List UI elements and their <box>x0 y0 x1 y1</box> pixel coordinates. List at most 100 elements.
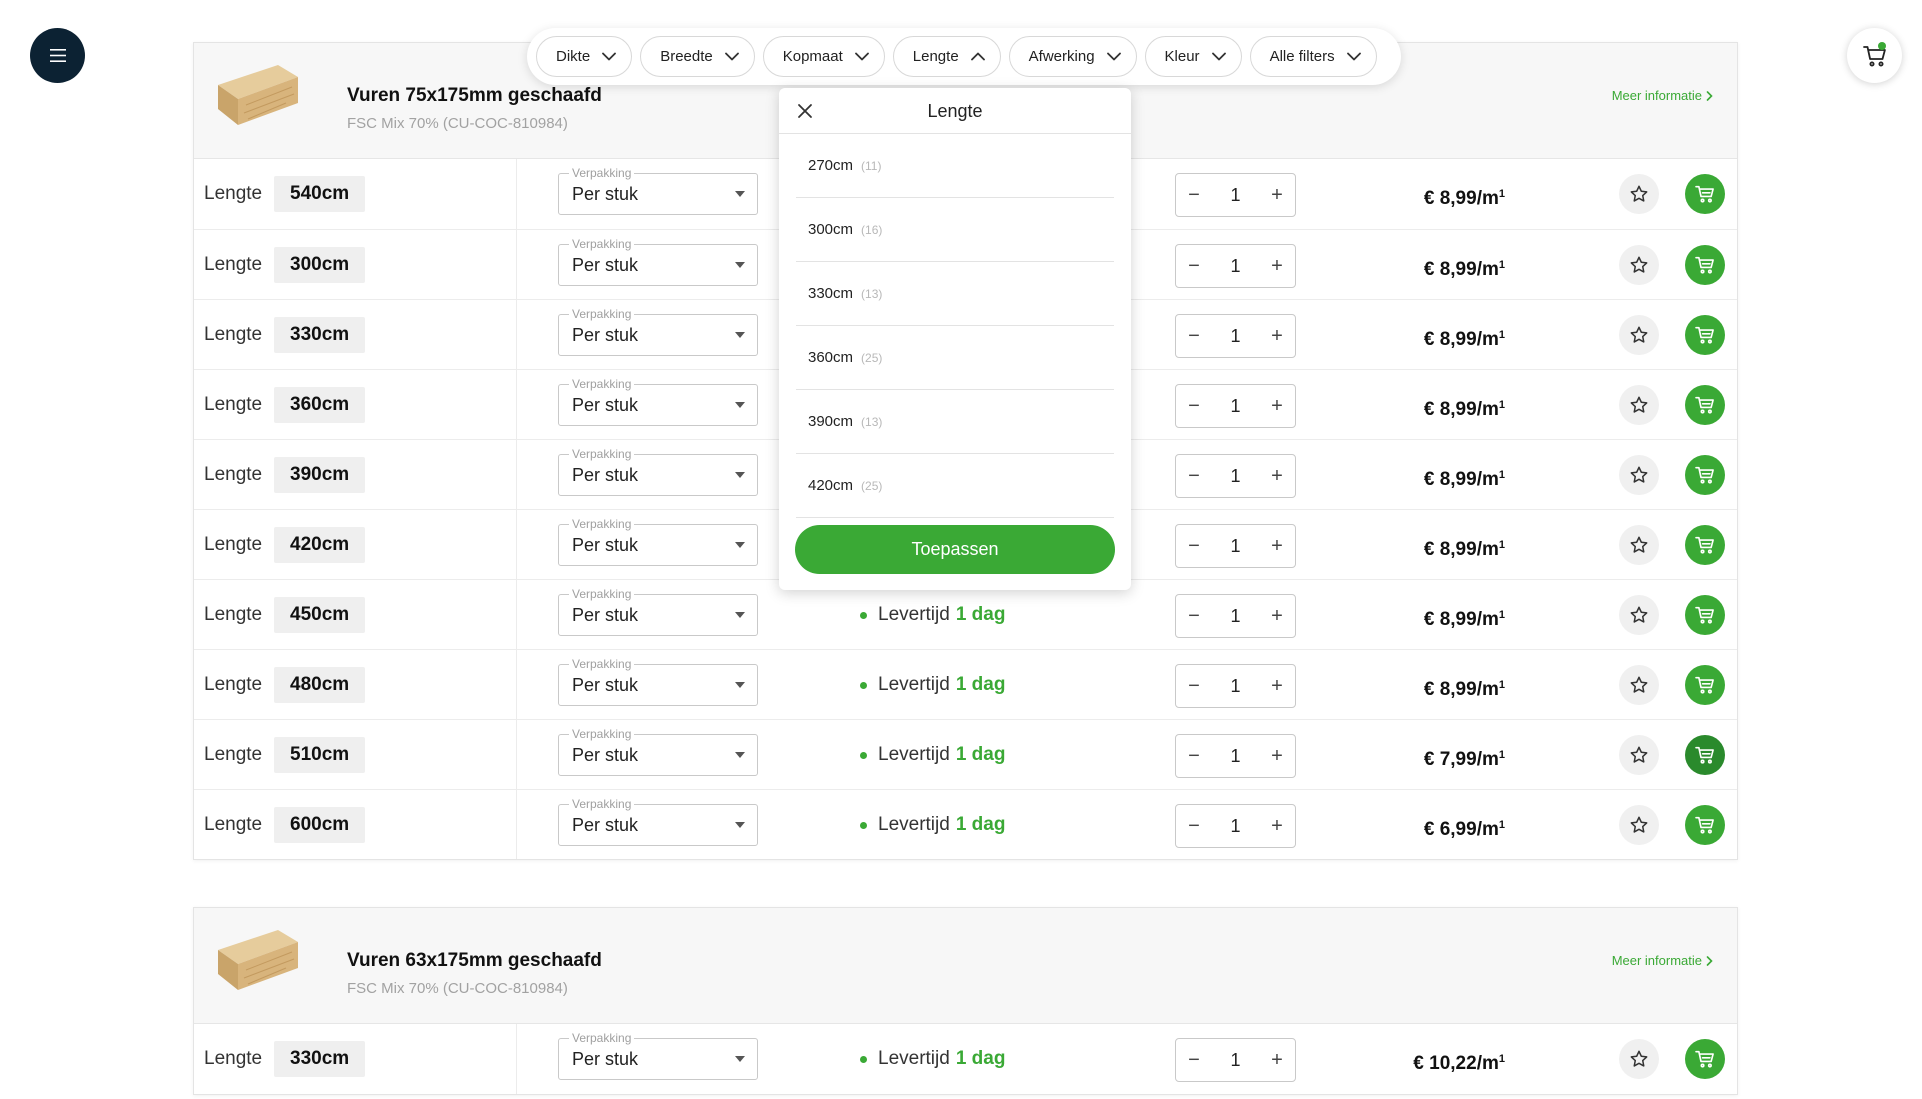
product-header: Vuren 63x175mm geschaafd FSC Mix 70% (CU-… <box>194 908 1737 1024</box>
decrease-button[interactable]: − <box>1176 805 1212 847</box>
decrease-button[interactable]: − <box>1176 385 1212 427</box>
chevron-up-icon <box>970 52 985 61</box>
price: € 8,99/m1 <box>1424 159 1505 234</box>
favorite-button[interactable] <box>1619 174 1659 214</box>
dropdown-option[interactable]: 270cm (11) <box>796 134 1114 198</box>
length-value: 330cm <box>274 317 366 353</box>
add-to-cart-button[interactable] <box>1685 315 1725 355</box>
filter-chip-afwerking[interactable]: Afwerking <box>1008 36 1137 77</box>
packaging-select[interactable]: Verpakking Per stuk <box>558 587 758 636</box>
favorite-button[interactable] <box>1619 525 1659 565</box>
quantity-value[interactable]: 1 <box>1212 805 1259 847</box>
product-image <box>216 63 300 129</box>
favorite-button[interactable] <box>1619 735 1659 775</box>
packaging-select[interactable]: Verpakking Per stuk <box>558 1031 758 1080</box>
more-info-link[interactable]: Meer informatie <box>1612 953 1713 968</box>
quantity-value[interactable]: 1 <box>1212 245 1259 287</box>
quantity-value[interactable]: 1 <box>1212 385 1259 427</box>
increase-button[interactable]: + <box>1259 245 1295 287</box>
add-to-cart-button[interactable] <box>1685 595 1725 635</box>
increase-button[interactable]: + <box>1259 595 1295 637</box>
product-image <box>216 928 300 994</box>
increase-button[interactable]: + <box>1259 665 1295 707</box>
favorite-button[interactable] <box>1619 455 1659 495</box>
dropdown-option[interactable]: 300cm (16) <box>796 198 1114 262</box>
increase-button[interactable]: + <box>1259 735 1295 777</box>
favorite-button[interactable] <box>1619 665 1659 705</box>
quantity-value[interactable]: 1 <box>1212 525 1259 567</box>
increase-button[interactable]: + <box>1259 385 1295 427</box>
favorite-button[interactable] <box>1619 315 1659 355</box>
favorite-button[interactable] <box>1619 1039 1659 1079</box>
filter-chip-breedte[interactable]: Breedte <box>640 36 755 77</box>
dropdown-title: Lengte <box>927 101 983 121</box>
add-to-cart-button[interactable] <box>1685 174 1725 214</box>
favorite-button[interactable] <box>1619 595 1659 635</box>
cart-button[interactable] <box>1847 28 1902 83</box>
more-info-link[interactable]: Meer informatie <box>1612 88 1713 103</box>
decrease-button[interactable]: − <box>1176 525 1212 567</box>
length-value: 420cm <box>274 527 366 563</box>
decrease-button[interactable]: − <box>1176 595 1212 637</box>
favorite-button[interactable] <box>1619 245 1659 285</box>
dropdown-option[interactable]: 390cm (13) <box>796 390 1114 454</box>
more-info-label: Meer informatie <box>1611 88 1702 103</box>
filter-chip-dikte[interactable]: Dikte <box>536 36 633 77</box>
packaging-select[interactable]: Verpakking Per stuk <box>558 377 758 426</box>
option-count: (13) <box>861 287 883 301</box>
add-to-cart-button[interactable] <box>1685 525 1725 565</box>
quantity-value[interactable]: 1 <box>1212 174 1259 216</box>
increase-button[interactable]: + <box>1259 174 1295 216</box>
menu-button[interactable] <box>30 28 85 83</box>
quantity-value[interactable]: 1 <box>1212 455 1259 497</box>
filter-chip-alle-filters[interactable]: Alle filters <box>1249 36 1377 77</box>
packaging-select[interactable]: Verpakking Per stuk <box>558 517 758 566</box>
add-to-cart-button[interactable] <box>1685 805 1725 845</box>
favorite-button[interactable] <box>1619 385 1659 425</box>
option-value: 360cm <box>808 349 854 366</box>
packaging-select[interactable]: Verpakking Per stuk <box>558 797 758 846</box>
favorite-button[interactable] <box>1619 805 1659 845</box>
decrease-button[interactable]: − <box>1176 735 1212 777</box>
add-to-cart-button[interactable] <box>1685 455 1725 495</box>
increase-button[interactable]: + <box>1259 315 1295 357</box>
quantity-value[interactable]: 1 <box>1212 315 1259 357</box>
decrease-button[interactable]: − <box>1176 174 1212 216</box>
apply-button[interactable]: Toepassen <box>795 525 1115 574</box>
packaging-select[interactable]: Verpakking Per stuk <box>558 166 758 215</box>
quantity-value[interactable]: 1 <box>1212 1039 1259 1081</box>
quantity-value[interactable]: 1 <box>1212 665 1259 707</box>
dropdown-option[interactable]: 330cm (13) <box>796 262 1114 326</box>
packaging-select[interactable]: Verpakking Per stuk <box>558 727 758 776</box>
packaging-select[interactable]: Verpakking Per stuk <box>558 237 758 286</box>
add-to-cart-button[interactable] <box>1685 1039 1725 1079</box>
star-icon <box>1629 395 1649 415</box>
add-to-cart-button[interactable] <box>1685 665 1725 705</box>
decrease-button[interactable]: − <box>1176 455 1212 497</box>
quantity-stepper: −1 + <box>1175 244 1296 288</box>
packaging-select[interactable]: Verpakking Per stuk <box>558 447 758 496</box>
increase-button[interactable]: + <box>1259 525 1295 567</box>
decrease-button[interactable]: − <box>1176 665 1212 707</box>
filter-chip-kleur[interactable]: Kleur <box>1144 36 1242 77</box>
add-to-cart-button[interactable] <box>1685 245 1725 285</box>
packaging-select[interactable]: Verpakking Per stuk <box>558 657 758 706</box>
filter-chip-kopmaat[interactable]: Kopmaat <box>762 36 885 77</box>
quantity-value[interactable]: 1 <box>1212 735 1259 777</box>
quantity-value[interactable]: 1 <box>1212 595 1259 637</box>
decrease-button[interactable]: − <box>1176 1039 1212 1081</box>
packaging-select[interactable]: Verpakking Per stuk <box>558 307 758 356</box>
filter-chip-lengte[interactable]: Lengte <box>892 36 1001 77</box>
price-unit: /m <box>1476 1053 1499 1074</box>
increase-button[interactable]: + <box>1259 805 1295 847</box>
variant-row: Lengte 330cm Verpakking Per stuk Levertijd 1 … <box>194 1024 1737 1094</box>
decrease-button[interactable]: − <box>1176 315 1212 357</box>
length-label: Lengte <box>204 744 263 765</box>
increase-button[interactable]: + <box>1259 455 1295 497</box>
add-to-cart-button[interactable] <box>1685 735 1725 775</box>
dropdown-option[interactable]: 360cm (25) <box>796 326 1114 390</box>
decrease-button[interactable]: − <box>1176 245 1212 287</box>
add-to-cart-button[interactable] <box>1685 385 1725 425</box>
dropdown-option[interactable]: 420cm (25) <box>796 454 1114 518</box>
increase-button[interactable]: + <box>1259 1039 1295 1081</box>
